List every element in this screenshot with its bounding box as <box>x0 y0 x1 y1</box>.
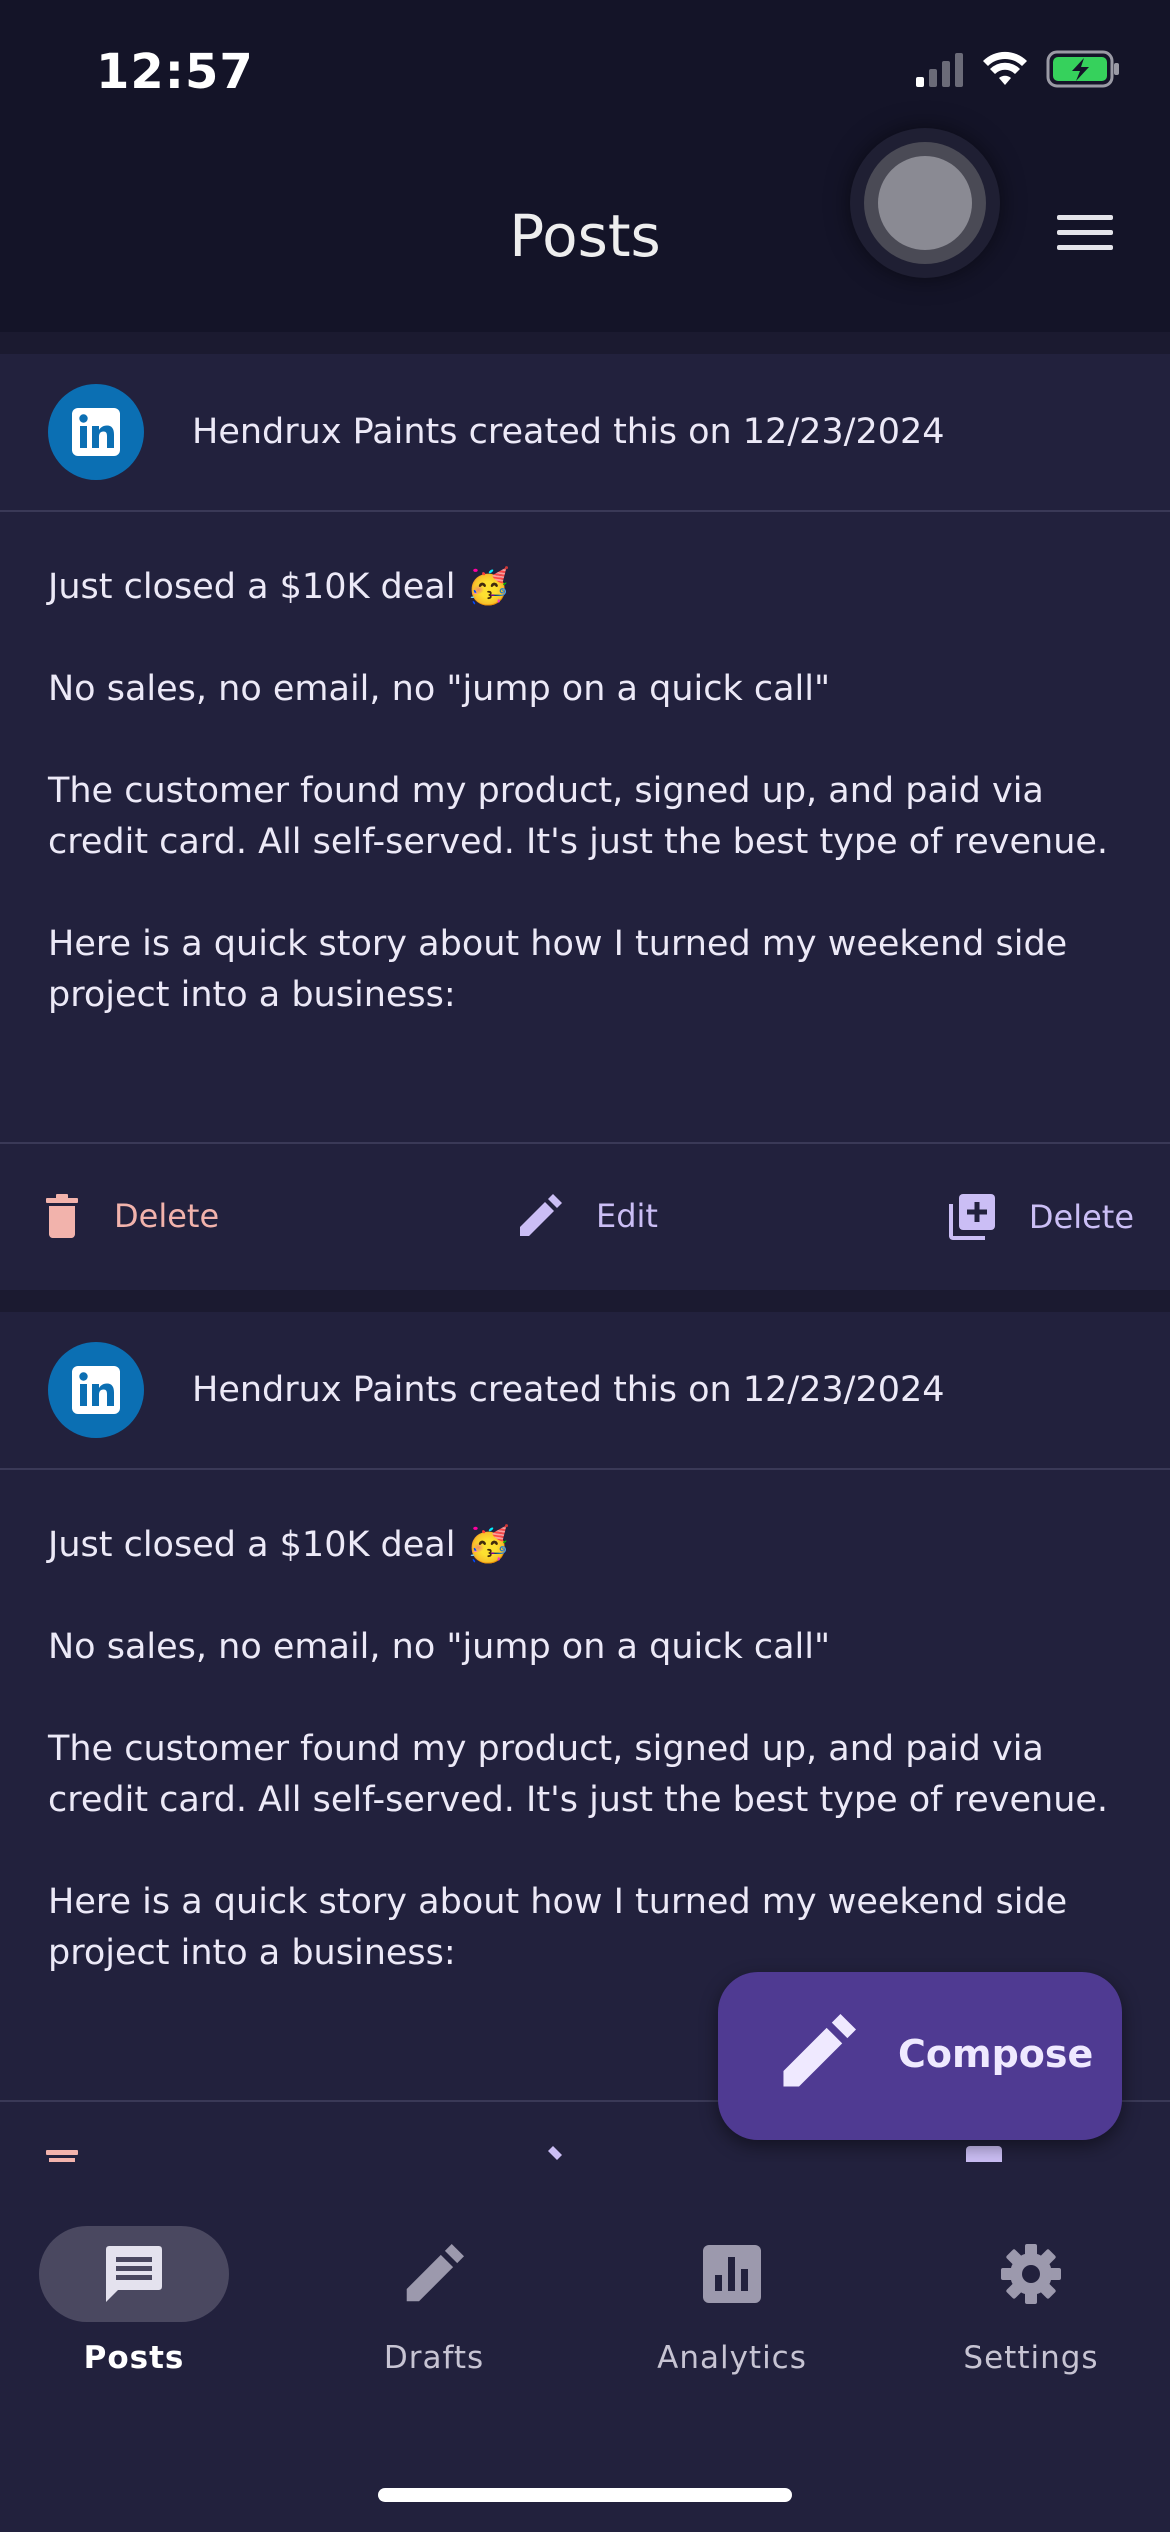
edit-button-label: Edit <box>596 1197 658 1235</box>
nav-item-settings[interactable]: Settings <box>891 2226 1170 2376</box>
post-paragraph: No sales, no email, no "jump on a quick … <box>48 669 831 709</box>
trash-icon <box>46 2150 78 2162</box>
bar-chart-icon <box>703 2245 761 2303</box>
post-author-line: Hendrux Paints created this on 12/23/202… <box>192 1370 945 1410</box>
post-paragraph: The customer found my product, signed up… <box>48 771 1109 862</box>
post-author-line: Hendrux Paints created this on 12/23/202… <box>192 412 945 452</box>
bottom-nav: Posts Drafts Analytics Settings <box>0 2162 1170 2532</box>
compose-button-label: Compose <box>898 2032 1094 2076</box>
delete-button[interactable]: Delete <box>44 1194 219 1238</box>
nav-active-indicator <box>39 2226 229 2322</box>
pencil-icon <box>406 2244 464 2302</box>
nav-label: Drafts <box>383 2340 485 2376</box>
nav-item-drafts[interactable]: Drafts <box>294 2226 574 2376</box>
nav-label: Posts <box>83 2340 185 2376</box>
status-icons <box>916 50 1120 88</box>
pencil-icon <box>520 1194 562 1236</box>
battery-charging-icon <box>1046 50 1119 88</box>
post-body[interactable]: Just closed a $10K deal 🥳 No sales, no e… <box>0 512 1170 1144</box>
duplicate-button[interactable] <box>956 2146 1002 2162</box>
post-actions: Delete Edit Delete <box>0 1144 1170 1294</box>
trash-icon <box>46 1194 78 1238</box>
edit-button[interactable] <box>518 2146 562 2162</box>
delete-button[interactable] <box>44 2146 80 2162</box>
status-bar: 12:57 <box>0 0 1170 130</box>
linkedin-icon <box>48 1342 144 1438</box>
posts-feed[interactable]: Hendrux Paints created this on 12/23/202… <box>0 332 1170 2162</box>
post-paragraph: The customer found my product, signed up… <box>48 1729 1109 1820</box>
wifi-icon <box>983 51 1027 85</box>
cellular-signal-icon <box>916 53 963 87</box>
edit-button[interactable]: Edit <box>518 1194 658 1238</box>
nav-icon-wrap <box>936 2226 1126 2322</box>
nav-item-posts[interactable]: Posts <box>0 2226 274 2376</box>
duplicate-button-label: Delete <box>1028 1198 1134 1236</box>
assistive-touch-core <box>878 156 972 250</box>
pencil-icon <box>548 2146 562 2160</box>
library-add-icon <box>948 1194 995 1240</box>
post-paragraph: Here is a quick story about how I turned… <box>48 924 1068 1015</box>
menu-button[interactable] <box>1040 188 1130 278</box>
linkedin-icon <box>48 384 144 480</box>
duplicate-button[interactable]: Delete <box>948 1194 1134 1240</box>
post-paragraph: Here is a quick story about how I turned… <box>48 1882 1068 1973</box>
post-header: Hendrux Paints created this on 12/23/202… <box>0 354 1170 512</box>
nav-icon-wrap <box>339 2226 529 2322</box>
delete-button-label: Delete <box>114 1197 220 1235</box>
assistive-touch-button[interactable] <box>850 128 1000 278</box>
nav-icon-wrap <box>637 2226 827 2322</box>
library-add-icon <box>966 2146 1002 2162</box>
home-indicator <box>378 2488 792 2502</box>
hamburger-menu-icon[interactable] <box>1057 213 1113 253</box>
nav-item-analytics[interactable]: Analytics <box>592 2226 872 2376</box>
chat-bubble-icon <box>106 2246 162 2302</box>
post-header: Hendrux Paints created this on 12/23/202… <box>0 1312 1170 1470</box>
compose-button[interactable]: Compose <box>718 1972 1122 2140</box>
post-card: Hendrux Paints created this on 12/23/202… <box>0 332 1170 1294</box>
nav-label: Settings <box>963 2340 1099 2376</box>
post-paragraph: No sales, no email, no "jump on a quick … <box>48 1627 831 1667</box>
status-time: 12:57 <box>96 44 254 100</box>
post-paragraph: Just closed a $10K deal 🥳 <box>48 567 511 607</box>
post-paragraph: Just closed a $10K deal 🥳 <box>48 1525 511 1565</box>
pencil-icon <box>783 2014 856 2087</box>
nav-label: Analytics <box>657 2340 807 2376</box>
gear-icon <box>1001 2244 1061 2304</box>
